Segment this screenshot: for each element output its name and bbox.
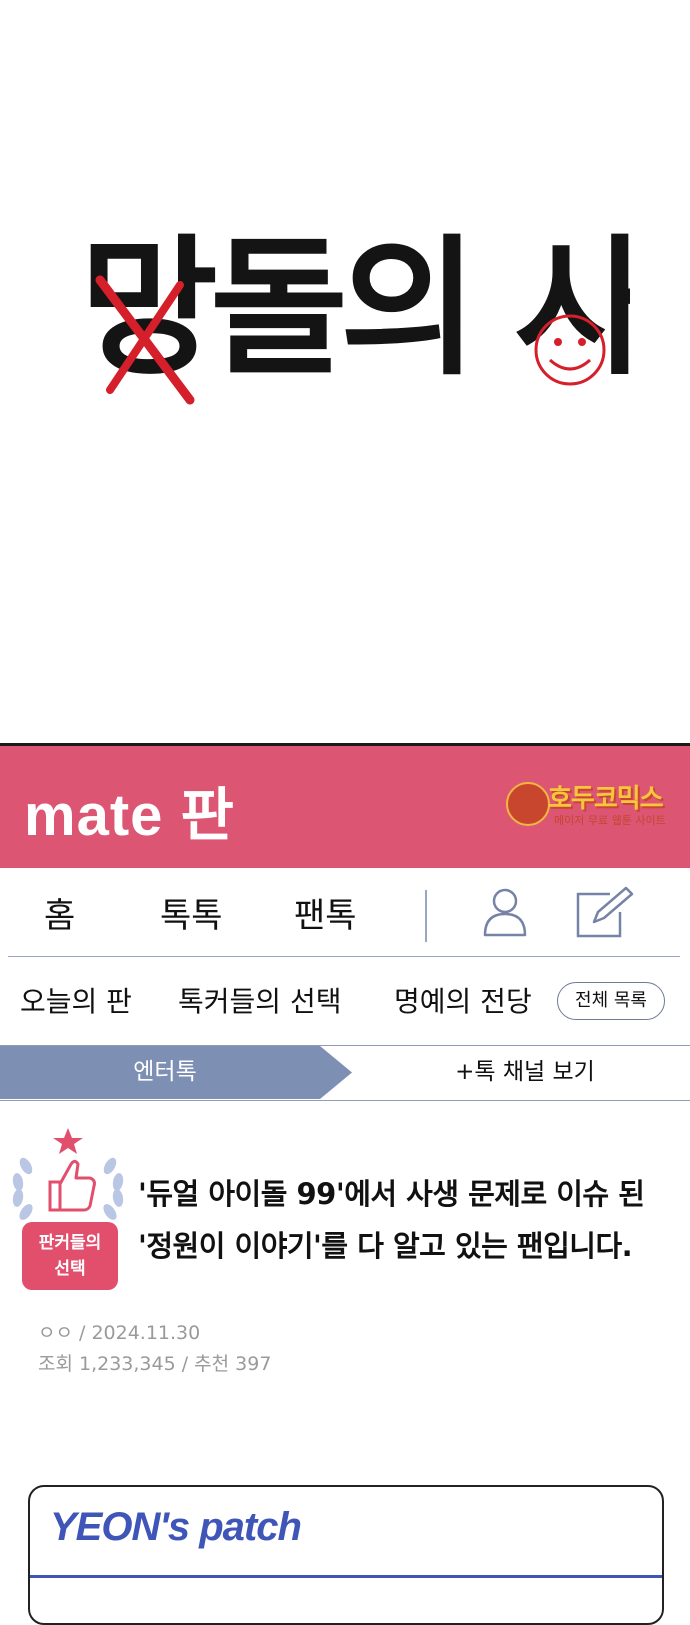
nav-fantok[interactable]: 팬톡: [294, 888, 357, 937]
badge-label: 판커들의 선택: [22, 1222, 118, 1290]
sub-nav: 오늘의 판 톡커들의 선택 명예의 전당 전체 목록: [0, 958, 690, 1044]
post-title-line2: '정원이 이야기'를 다 알고 있는 팬입니다.: [138, 1229, 633, 1263]
mascot-icon: [506, 782, 550, 826]
pencil-edit-icon[interactable]: [574, 886, 636, 940]
comic-title-art: 망돌의 사생: [0, 0, 690, 745]
laurel-badge-icon: [12, 1128, 124, 1220]
post-meta: ㅇㅇ / 2024.11.30 조회 1,233,345 / 추천 397: [38, 1318, 271, 1380]
nav-toktok[interactable]: 톡톡: [160, 888, 223, 937]
patch-title: YEON's patch: [50, 1505, 302, 1549]
patch-card: YEON's patch: [28, 1485, 664, 1625]
post-title-line1: '듀얼 아이돌 99'에서 사생 문제로 이슈 된: [138, 1177, 645, 1211]
user-icon[interactable]: [482, 886, 528, 938]
watermark-title: 호두코믹스: [548, 784, 664, 814]
tab-entertok[interactable]: 엔터톡: [0, 1046, 355, 1099]
badge-label-line2: 선택: [54, 1259, 86, 1279]
tab-entertok-label: 엔터톡: [133, 1059, 197, 1085]
badge-label-line1: 판커들의: [38, 1233, 102, 1253]
post-title: '듀얼 아이돌 99'에서 사생 문제로 이슈 된 '정원이 이야기'를 다 알…: [138, 1168, 686, 1272]
nav-divider: [425, 890, 427, 942]
watermark-logo: 호두코믹스 메이저 무료 웹툰 사이트: [498, 778, 678, 838]
nav-home[interactable]: 홈: [44, 888, 75, 937]
mate-pan-logo[interactable]: mate 판: [24, 768, 235, 852]
comic-title-logo: 망돌의 사생: [80, 220, 630, 405]
post-author-date: ㅇㅇ / 2024.11.30: [38, 1322, 201, 1344]
subnav-hall-of-fame[interactable]: 명예의 전당: [394, 980, 532, 1020]
all-list-button[interactable]: 전체 목록: [557, 982, 665, 1020]
subnav-talkers-choice[interactable]: 톡커들의 선택: [178, 980, 341, 1020]
watermark-subtitle: 메이저 무료 웹툰 사이트: [554, 814, 666, 827]
channel-bar: 엔터톡 +톡 채널 보기: [0, 1045, 690, 1101]
patch-divider: [30, 1575, 662, 1578]
app-header: mate 판 호두코믹스 메이저 무료 웹툰 사이트: [0, 743, 690, 868]
thumbs-up-icon: [48, 1159, 96, 1212]
view-channels-link[interactable]: +톡 채널 보기: [360, 1046, 690, 1099]
post-stats: 조회 1,233,345 / 추천 397: [38, 1353, 272, 1375]
main-nav: 홈 톡톡 팬톡: [8, 866, 680, 957]
subnav-today[interactable]: 오늘의 판: [20, 980, 132, 1020]
talkers-choice-badge: 판커들의 선택: [6, 1126, 134, 1296]
